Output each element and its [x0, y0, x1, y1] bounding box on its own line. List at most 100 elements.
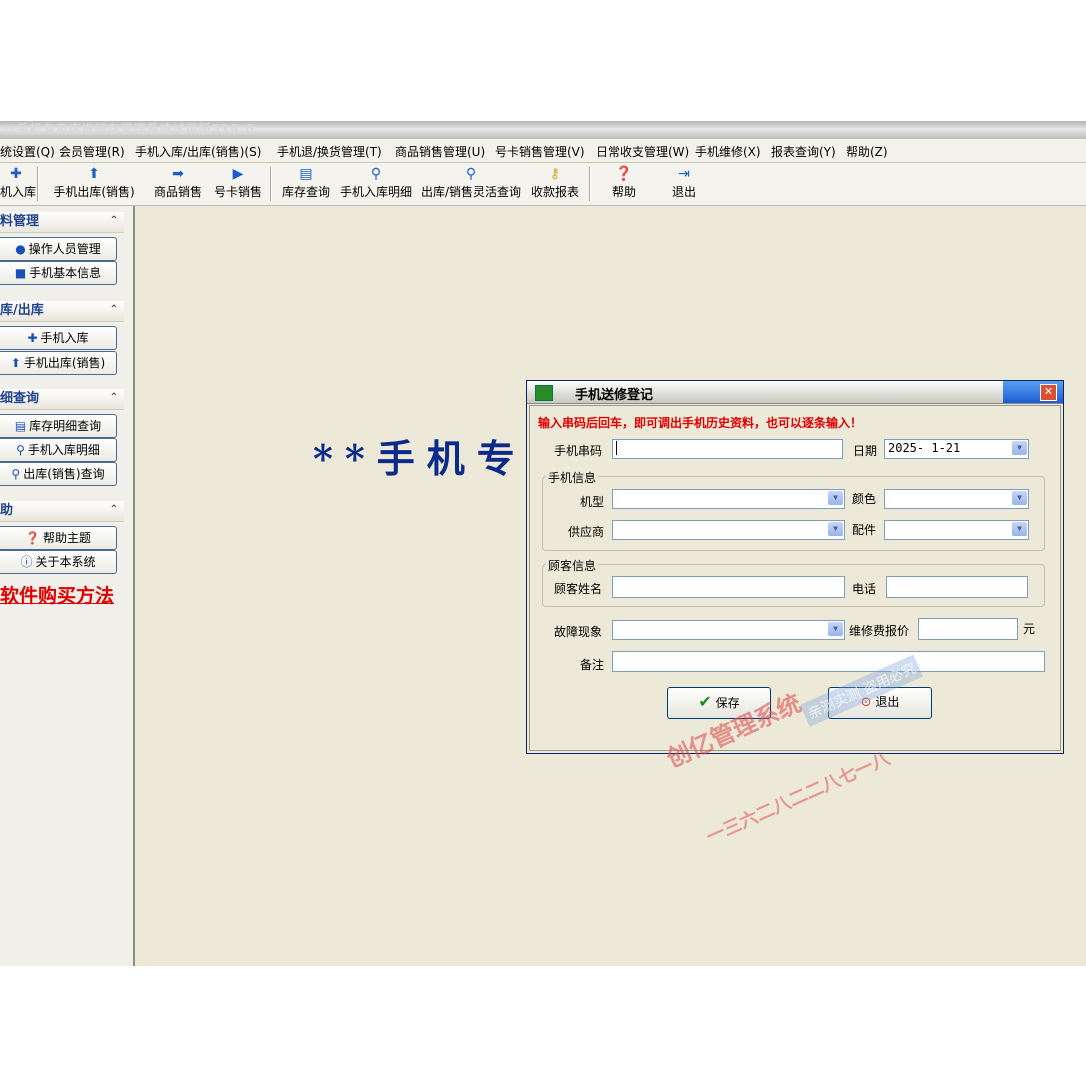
- square-icon: ■: [14, 266, 27, 280]
- help-icon: ❓: [615, 166, 633, 182]
- model-label: 机型: [580, 495, 605, 509]
- key-icon: ⚷: [549, 166, 561, 182]
- exit-door-icon: ⇥: [678, 166, 690, 182]
- phone-number-input[interactable]: [886, 576, 1028, 598]
- toolbar-separator: [589, 167, 591, 201]
- color-select[interactable]: ▼: [884, 489, 1029, 509]
- toolbar-in-stock-button[interactable]: ✚ 机入库: [0, 165, 36, 203]
- toolbar-out-stock-button[interactable]: ⬆ 手机出库(销售): [46, 165, 142, 203]
- sidebar-group-help[interactable]: 助 ⌃: [0, 501, 124, 522]
- supplier-select[interactable]: ▼: [612, 520, 845, 540]
- sidebar-item-in-stock-detail[interactable]: ⚲ 手机入库明细: [0, 438, 117, 462]
- phone-info-group-label: 手机信息: [546, 469, 599, 486]
- magnifier-icon: ⚲: [11, 467, 21, 481]
- menu-reports[interactable]: 报表查询(Y): [771, 143, 836, 160]
- date-label: 日期: [853, 444, 878, 458]
- collapse-chevron-icon[interactable]: ⌃: [108, 304, 120, 316]
- color-label: 颜色: [852, 492, 877, 506]
- notes-input[interactable]: [612, 651, 1045, 672]
- toolbar-in-detail-button[interactable]: ⚲ 手机入库明细: [338, 165, 414, 203]
- toolbar: ✚ 机入库 ⬆ 手机出库(销售) ➡ 商品销售 ▶ 号卡销售 ▤ 库存查询 ⚲ …: [0, 163, 1086, 206]
- toolbar-stock-query-button[interactable]: ▤ 库存查询: [280, 165, 332, 203]
- repair-quote-label: 维修费报价: [849, 624, 910, 638]
- collapse-chevron-icon[interactable]: ⌃: [108, 504, 120, 516]
- sidebar-item-about[interactable]: ⓘ 关于本系统: [0, 550, 117, 574]
- toolbar-receipt-report-button[interactable]: ⚷ 收款报表: [529, 165, 581, 203]
- plus-icon: ✚: [10, 166, 22, 182]
- repair-quote-input[interactable]: [918, 618, 1018, 640]
- accessory-select[interactable]: ▼: [884, 520, 1029, 540]
- toolbar-sales-query-button[interactable]: ⚲ 出库/销售灵活查询: [418, 165, 524, 203]
- magnifier-icon: ⚲: [16, 443, 25, 457]
- plus-icon: ✚: [27, 331, 38, 345]
- sidebar-item-help-topics[interactable]: ❓ 帮助主题: [0, 526, 117, 550]
- phone-number-label: 电话: [852, 582, 877, 596]
- customer-name-input[interactable]: [612, 576, 845, 598]
- menu-daily-finance[interactable]: 日常收支管理(W): [596, 143, 689, 160]
- close-icon[interactable]: ✕: [1040, 384, 1057, 401]
- info-icon: ⓘ: [20, 555, 33, 569]
- sidebar-item-phone-out-stock[interactable]: ⬆ 手机出库(销售): [0, 351, 117, 375]
- accessory-label: 配件: [852, 523, 877, 537]
- toolbar-goods-sales-button[interactable]: ➡ 商品销售: [152, 165, 204, 203]
- help-icon: ❓: [25, 531, 40, 545]
- toolbar-exit-button[interactable]: ⇥ 退出: [668, 165, 700, 203]
- notes-label: 备注: [580, 658, 605, 672]
- arrow-up-icon: ⬆: [10, 356, 21, 370]
- toolbar-separator: [37, 167, 39, 201]
- window-title: **手机专卖店进销存管理系统试用版510.0: [2, 122, 255, 136]
- collapse-chevron-icon[interactable]: ⌃: [108, 215, 120, 227]
- document-search-icon: ▤: [299, 166, 313, 182]
- fault-select[interactable]: ▼: [612, 620, 845, 640]
- fault-label: 故障现象: [554, 625, 603, 639]
- dialog-titlebar: 手机送修登记 ✕: [527, 381, 1063, 404]
- customer-info-group-label: 顾客信息: [546, 557, 599, 574]
- sidebar-group-detail-query[interactable]: 细查询 ⌃: [0, 389, 124, 410]
- menu-card-sales[interactable]: 号卡销售管理(V): [495, 143, 585, 160]
- sidebar-item-operator-management[interactable]: ● 操作人员管理: [0, 237, 117, 261]
- menu-phone-repair[interactable]: 手机维修(X): [695, 143, 761, 160]
- sidebar: 料管理 ⌃ ● 操作人员管理 ■ 手机基本信息 库/出库 ⌃ ✚ 手机入库 ⬆ 手机出库…: [0, 206, 135, 966]
- toolbar-card-sales-button[interactable]: ▶ 号卡销售: [212, 165, 264, 203]
- menu-bar: 统设置(Q) 会员管理(R) 手机入库/出库(销售)(S) 手机退/换货管理(T…: [0, 139, 1086, 163]
- magnifier-icon: ⚲: [465, 166, 477, 182]
- sidebar-group-data-management[interactable]: 料管理 ⌃: [0, 212, 124, 233]
- sidebar-group-stock-in-out[interactable]: 库/出库 ⌃: [0, 301, 124, 322]
- menu-help[interactable]: 帮助(Z): [846, 143, 888, 160]
- sidebar-item-phone-in-stock[interactable]: ✚ 手机入库: [0, 326, 117, 350]
- chevron-down-icon[interactable]: ▼: [828, 522, 843, 536]
- serial-input[interactable]: [612, 439, 843, 459]
- chevron-down-icon[interactable]: ▼: [828, 491, 843, 505]
- chevron-down-icon[interactable]: ▼: [1012, 522, 1027, 536]
- menu-member-management[interactable]: 会员管理(R): [59, 143, 125, 160]
- chevron-down-icon[interactable]: ▼: [828, 622, 843, 636]
- menu-phone-in-out[interactable]: 手机入库/出库(销售)(S): [135, 143, 261, 160]
- customer-name-label: 顾客姓名: [554, 582, 603, 596]
- chevron-down-icon[interactable]: ▼: [1012, 491, 1027, 505]
- document-search-icon: ▤: [14, 419, 27, 433]
- sidebar-item-stock-detail-query[interactable]: ▤ 库存明细查询: [0, 414, 117, 438]
- text-cursor: [616, 441, 625, 455]
- model-select[interactable]: ▼: [612, 489, 845, 509]
- currency-unit: 元: [1023, 622, 1036, 636]
- buy-software-link[interactable]: 软件购买方法: [0, 581, 114, 608]
- checkmark-icon: ✔: [698, 692, 712, 711]
- app-icon: [535, 385, 553, 401]
- window-titlebar: **手机专卖店进销存管理系统试用版510.0: [0, 121, 1086, 139]
- serial-label: 手机串码: [554, 444, 603, 458]
- magnifier-icon: ⚲: [370, 166, 382, 182]
- menu-system-settings[interactable]: 统设置(Q): [0, 143, 55, 160]
- supplier-label: 供应商: [568, 525, 605, 539]
- date-picker[interactable]: 2025- 1-21 ▼: [884, 439, 1029, 459]
- document-arrow-icon: ▶: [232, 166, 244, 182]
- menu-goods-sales[interactable]: 商品销售管理(U): [395, 143, 485, 160]
- sidebar-item-phone-basic-info[interactable]: ■ 手机基本信息: [0, 261, 117, 285]
- dialog-title: 手机送修登记: [575, 388, 654, 403]
- collapse-chevron-icon[interactable]: ⌃: [108, 392, 120, 404]
- chevron-down-icon[interactable]: ▼: [1012, 441, 1027, 455]
- sidebar-item-sales-query[interactable]: ⚲ 出库(销售)查询: [0, 462, 117, 486]
- toolbar-help-button[interactable]: ❓ 帮助: [608, 165, 640, 203]
- dialog-hint: 输入串码后回车，即可调出手机历史资料，也可以逐条输入！: [538, 416, 863, 430]
- toolbar-separator: [270, 167, 272, 201]
- menu-return-exchange[interactable]: 手机退/换货管理(T): [277, 143, 382, 160]
